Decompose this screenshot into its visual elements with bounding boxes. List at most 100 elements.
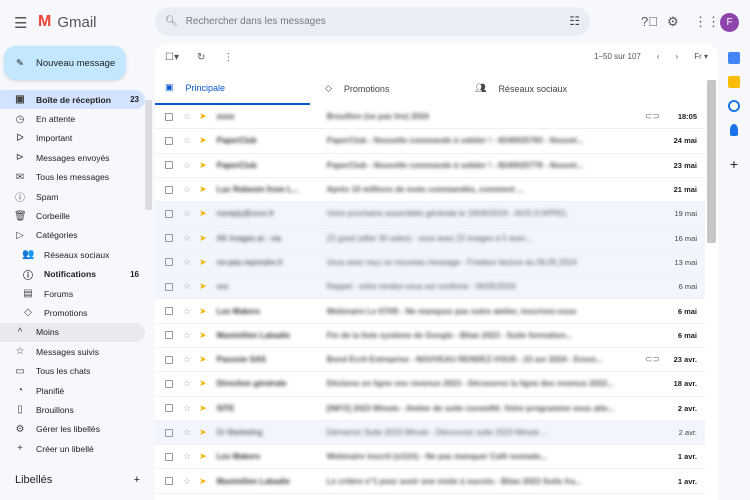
sidebar-item[interactable]: ▭ Tous les chats xyxy=(0,361,145,380)
menu-icon[interactable]: ☰ xyxy=(14,14,27,32)
tab-principale[interactable]: ▣ Principale xyxy=(155,72,310,105)
email-row[interactable]: ☆ ➤ PaperClub PaperClub - Nouvelle commande… xyxy=(155,154,705,178)
language-select[interactable]: Fr ▾ xyxy=(694,52,708,61)
keep-icon[interactable] xyxy=(728,76,740,88)
row-checkbox[interactable] xyxy=(165,136,173,145)
important-marker-icon[interactable]: ➤ xyxy=(199,281,207,292)
search-input[interactable]: 🔍︎ Rechercher dans les messages ☷ xyxy=(155,7,590,36)
row-checkbox[interactable] xyxy=(165,452,173,461)
star-icon[interactable]: ☆ xyxy=(183,427,191,438)
important-marker-icon[interactable]: ➤ xyxy=(199,160,207,171)
row-checkbox[interactable] xyxy=(165,428,173,437)
important-marker-icon[interactable]: ➤ xyxy=(199,257,207,268)
email-row[interactable]: ☆ ➤ ne-pas-repondre.fr Vous avez reçu un no… xyxy=(155,250,705,276)
sidebar-item[interactable]: ⓘ Notifications 16 xyxy=(0,265,145,284)
star-icon[interactable]: ☆ xyxy=(183,135,191,146)
important-marker-icon[interactable]: ➤ xyxy=(199,378,207,389)
email-row[interactable]: ☆ ➤ xxx Rappel : votre rendez-vous est conf… xyxy=(155,275,705,300)
star-icon[interactable]: ☆ xyxy=(183,233,191,244)
star-icon[interactable]: ☆ xyxy=(183,354,191,365)
tab-promotions[interactable]: ◇ Promotions xyxy=(310,72,465,105)
important-marker-icon[interactable]: ➤ xyxy=(199,476,207,487)
sidebar-item[interactable]: ^ Moins xyxy=(0,322,145,343)
important-marker-icon[interactable]: ➤ xyxy=(199,403,207,414)
important-marker-icon[interactable]: ➤ xyxy=(199,451,207,462)
next-page-icon[interactable]: › xyxy=(676,52,679,61)
add-addon-icon[interactable]: + xyxy=(718,156,750,172)
sidebar-item[interactable]: 👥 Réseaux sociaux xyxy=(0,245,145,264)
email-row[interactable]: ☆ ➤ Les Makers Webinaire inscrit (s/11h) - … xyxy=(155,445,705,470)
email-row[interactable]: ☆ ➤ noreply@xxxx.fr Votre prochaine assembl… xyxy=(155,202,705,227)
row-checkbox[interactable] xyxy=(165,282,173,291)
apps-grid-icon[interactable]: ⋮⋮ xyxy=(694,14,720,30)
row-checkbox[interactable] xyxy=(165,112,173,121)
tasks-icon[interactable] xyxy=(728,100,740,112)
avatar[interactable]: F xyxy=(720,13,739,32)
row-checkbox[interactable] xyxy=(165,404,173,413)
sidebar-item[interactable]: + Créer un libellé xyxy=(0,439,145,458)
star-icon[interactable]: ☆ xyxy=(183,330,191,341)
filter-options-icon[interactable]: ☷ xyxy=(569,14,580,28)
star-icon[interactable]: ☆ xyxy=(183,184,191,195)
row-checkbox[interactable] xyxy=(165,234,173,243)
mail-scrollbar[interactable] xyxy=(707,80,716,243)
email-row[interactable]: ☆ ➤ Direction générale Déclarez en ligne vo… xyxy=(155,372,705,397)
important-marker-icon[interactable]: ➤ xyxy=(199,135,207,146)
row-checkbox[interactable] xyxy=(165,379,173,388)
star-icon[interactable]: ☆ xyxy=(183,403,191,414)
gmail-logo[interactable]: M Gmail xyxy=(38,13,97,31)
row-checkbox[interactable] xyxy=(165,477,173,486)
star-icon[interactable]: ☆ xyxy=(183,257,191,268)
row-checkbox[interactable] xyxy=(165,209,173,218)
sidebar-item[interactable]: ◷ En attente xyxy=(0,109,145,128)
compose-button[interactable]: ✎ Nouveau message xyxy=(4,46,126,80)
refresh-icon[interactable]: ↻ xyxy=(197,52,205,63)
important-marker-icon[interactable]: ➤ xyxy=(199,111,207,122)
sidebar-item[interactable]: ▣ Boîte de réception 23 xyxy=(0,90,145,110)
email-row[interactable]: ☆ ➤ SITE [INFO] 2023 Minute - Atelier de su… xyxy=(155,397,705,421)
sidebar-item[interactable]: ▯ Brouillons xyxy=(0,400,145,419)
star-icon[interactable]: ☆ xyxy=(183,281,191,292)
help-icon[interactable]: ?⃝ xyxy=(641,14,658,29)
important-marker-icon[interactable]: ➤ xyxy=(199,306,207,317)
row-checkbox[interactable] xyxy=(165,161,173,170)
email-row[interactable]: ☆ ➤ Les Makers Webinaire Le 07/05 - Ne manq… xyxy=(155,299,705,324)
sidebar-item[interactable]: ▷ Catégories xyxy=(0,226,145,245)
sidebar-item[interactable]: 🗑 Corbeille xyxy=(0,206,145,225)
sidebar-item[interactable]: ✉ Tous les messages xyxy=(0,168,145,187)
gear-icon[interactable]: ⚙ xyxy=(667,14,679,30)
email-row[interactable]: ☆ ➤ Paxonie SAS Bond Écrit Entreprise - NOU… xyxy=(155,348,705,373)
sidebar-item[interactable]: ⚙ Gérer les libellés xyxy=(0,420,145,439)
star-icon[interactable]: ☆ xyxy=(183,306,191,317)
sidebar-item[interactable]: ☆ Messages suivis xyxy=(0,342,145,361)
select-all-checkbox[interactable]: ☐▾ xyxy=(165,52,179,63)
row-checkbox[interactable] xyxy=(165,185,173,194)
contacts-icon[interactable] xyxy=(730,124,738,136)
email-row[interactable]: ☆ ➤ AK images.ai - via 22 good (after 30 sa… xyxy=(155,226,705,251)
calendar-icon[interactable] xyxy=(728,52,740,64)
row-checkbox[interactable] xyxy=(165,331,173,340)
email-row[interactable]: ☆ ➤ PaperClub PaperClub - Nouvelle commande… xyxy=(155,129,705,154)
star-icon[interactable]: ☆ xyxy=(183,378,191,389)
prev-page-icon[interactable]: ‹ xyxy=(657,52,660,61)
email-row[interactable]: ☆ ➤ Luc Robesin from L... Après 10 millions… xyxy=(155,178,705,203)
sidebar-item[interactable]: ⓘ Spam xyxy=(0,187,145,206)
row-checkbox[interactable] xyxy=(165,355,173,364)
sidebar-item[interactable]: ⊳ Messages envoyés xyxy=(0,148,145,167)
important-marker-icon[interactable]: ➤ xyxy=(199,233,207,244)
important-marker-icon[interactable]: ➤ xyxy=(199,208,207,219)
tab-reseaux-sociaux[interactable]: 👥︎ Réseaux sociaux xyxy=(465,72,620,105)
star-icon[interactable]: ☆ xyxy=(183,160,191,171)
sidebar-scrollbar[interactable] xyxy=(145,100,152,210)
more-options-icon[interactable]: ⋮ xyxy=(223,52,233,63)
important-marker-icon[interactable]: ➤ xyxy=(199,184,207,195)
email-row[interactable]: ☆ ➤ xxxx Brouillon (ne pas lire) 2024 ⊂⊃ 18:0… xyxy=(155,105,705,130)
email-row[interactable]: ☆ ➤ Maximilien Labadie Le critère n°1 pour … xyxy=(155,469,705,494)
star-icon[interactable]: ☆ xyxy=(183,451,191,462)
important-marker-icon[interactable]: ➤ xyxy=(199,354,207,365)
important-marker-icon[interactable]: ➤ xyxy=(199,330,207,341)
sidebar-item[interactable]: ◇ Promotions xyxy=(0,303,145,322)
add-label-icon[interactable]: + xyxy=(134,474,140,486)
email-row[interactable]: ☆ ➤ Dr Marketing Démarrez Suite 2023 Minute… xyxy=(155,420,705,446)
sidebar-item[interactable]: ▤ Forums xyxy=(0,284,145,303)
